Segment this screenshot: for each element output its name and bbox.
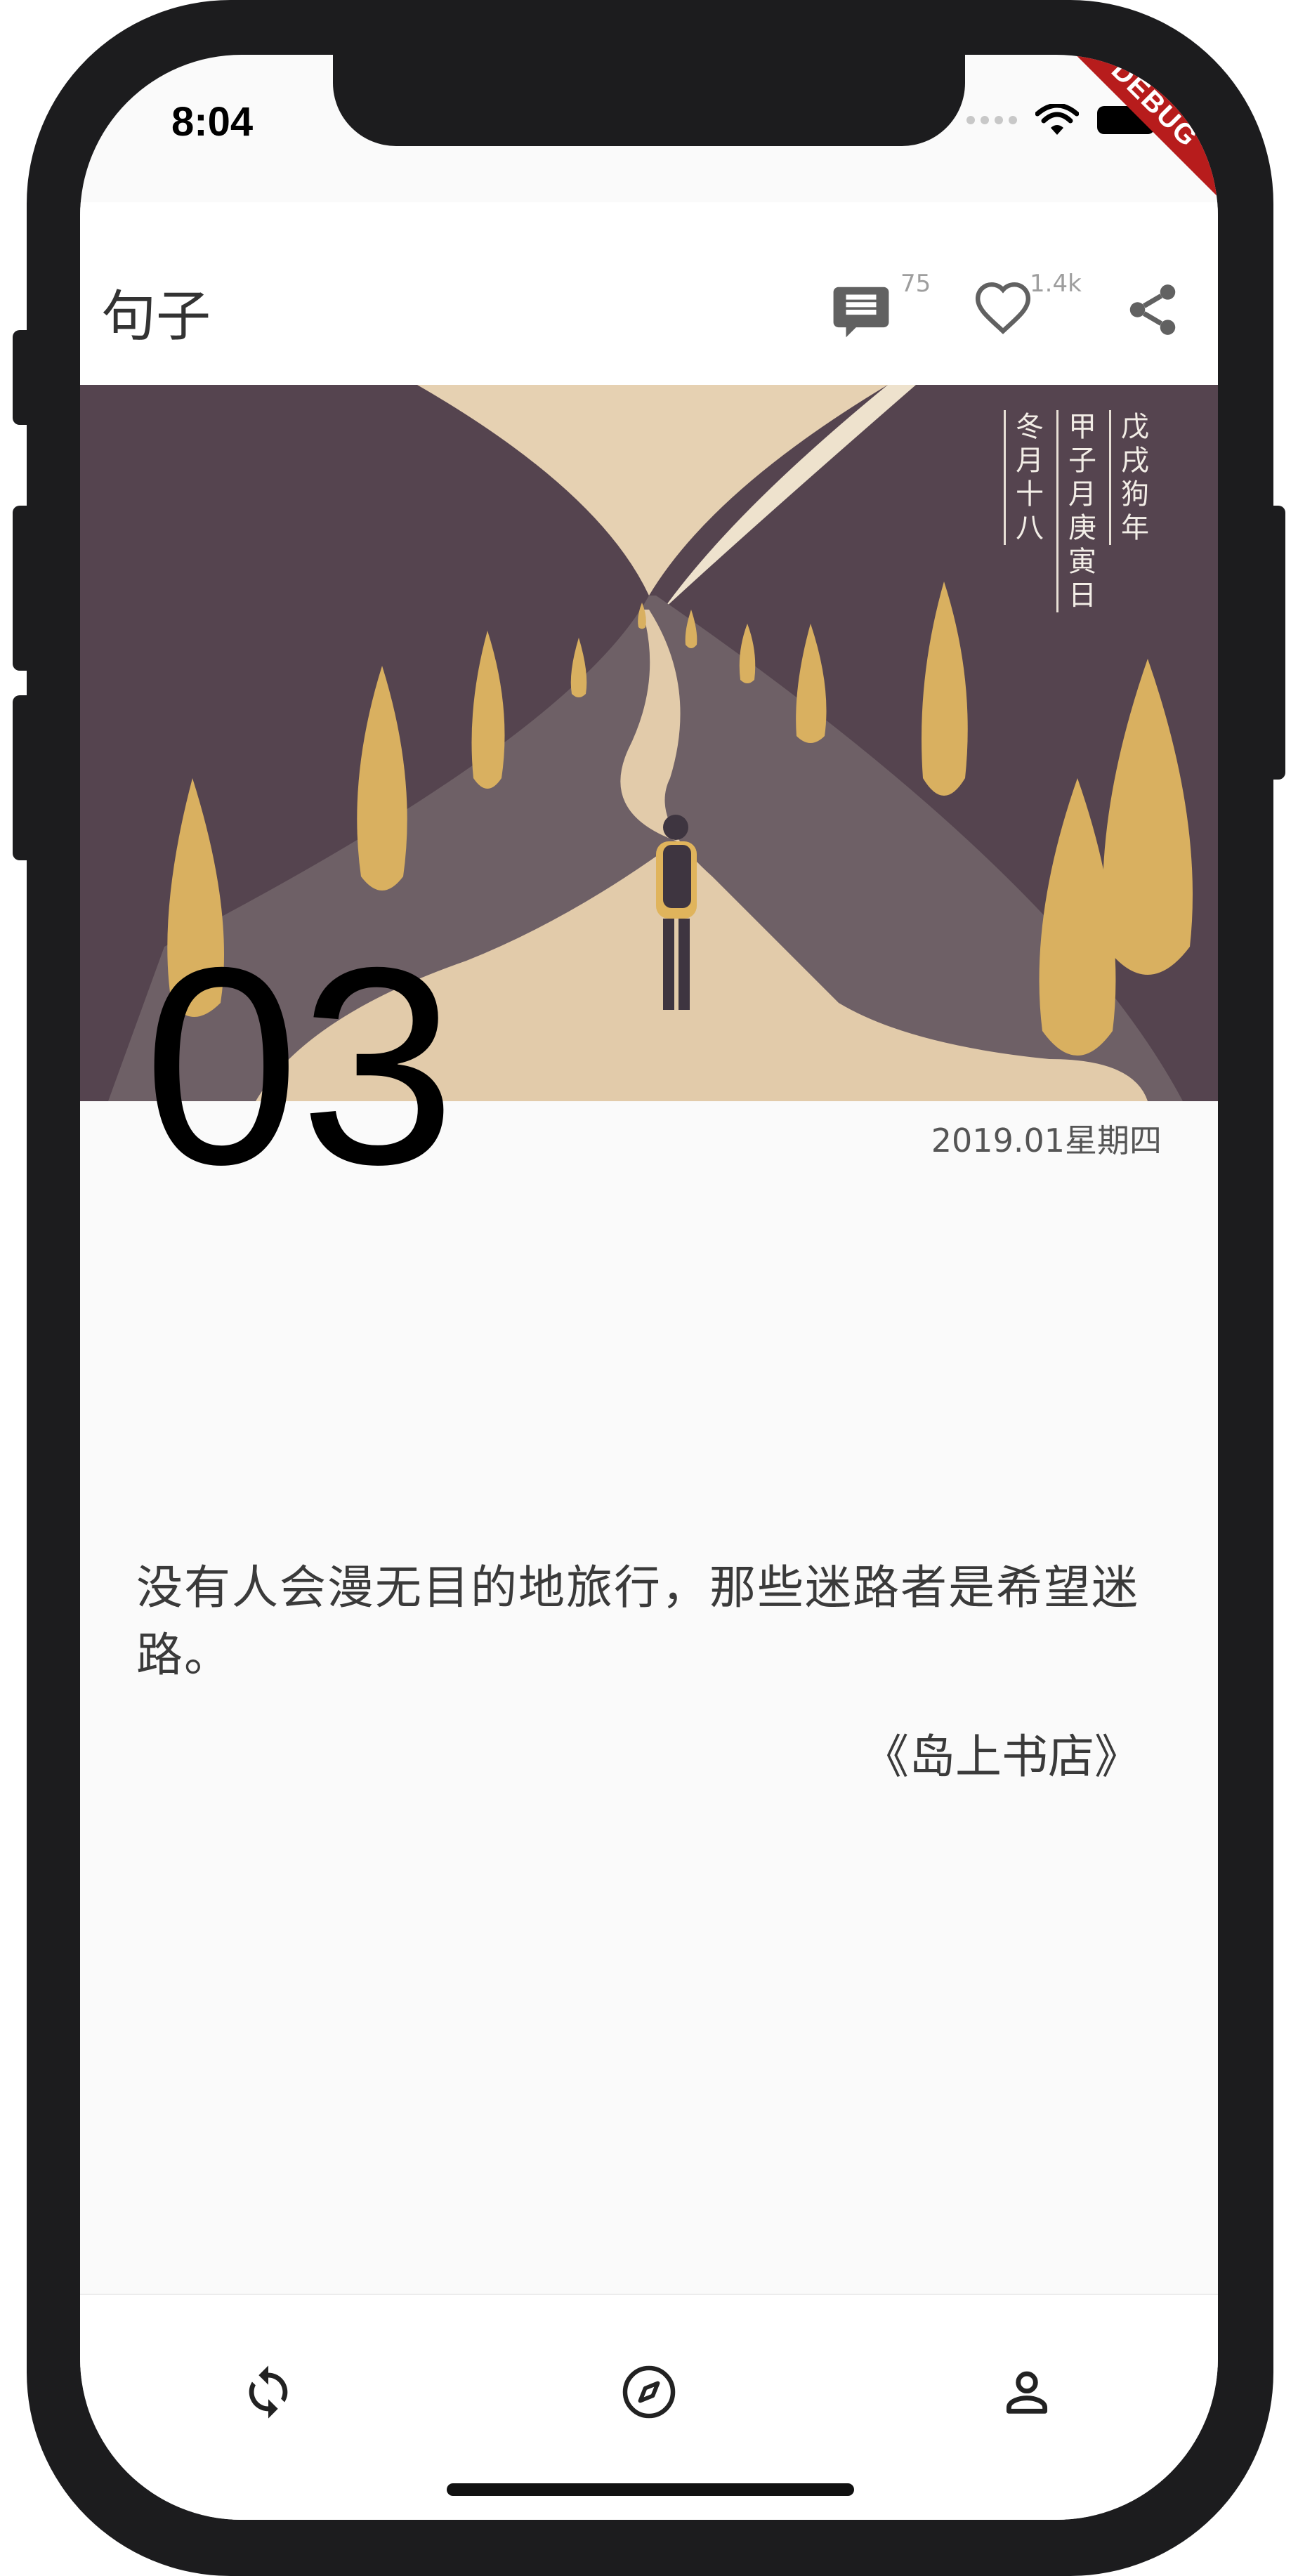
refresh-icon	[249, 2365, 288, 2419]
lunar-date: 冬月 十八	[1004, 410, 1044, 545]
quote-source: 《岛上书店》	[863, 1730, 1141, 1784]
comment-count: 75	[900, 270, 931, 298]
comment-button[interactable]: 75	[830, 270, 931, 340]
app-title: 句子	[101, 285, 211, 348]
power-button	[1264, 506, 1285, 780]
like-count: 1.4k	[1030, 270, 1082, 298]
day-number: 03	[143, 909, 456, 1223]
lunar-year: 戊戌 狗年	[1109, 410, 1149, 545]
notch	[333, 55, 965, 146]
comment-icon	[833, 287, 889, 338]
volume-down-button	[13, 695, 34, 860]
share-button[interactable]	[1122, 280, 1183, 340]
lunar-month-day: 甲子 月庚 寅日	[1056, 410, 1096, 612]
cellular-signal-icon	[966, 116, 1017, 124]
like-button[interactable]: 1.4k	[972, 270, 1082, 340]
share-icon	[1129, 284, 1176, 335]
app-bar: 句子 75 1.4k	[80, 202, 1218, 385]
heart-outline-icon	[975, 282, 1031, 334]
date-weekday: 2019.01星期四	[931, 1122, 1162, 1159]
home-indicator[interactable]	[447, 2483, 854, 2496]
person-icon	[1006, 2371, 1048, 2414]
app-screen: 8:04 DEBUG 句子 75 1.4k 戊 戌 狗 年 甲 子 月 庚 寅 …	[80, 55, 1218, 2520]
volume-up-button	[13, 506, 34, 671]
status-icons	[966, 104, 1162, 136]
nav-discover[interactable]	[615, 2358, 683, 2426]
wifi-icon	[1035, 104, 1079, 135]
compass-icon	[622, 2365, 676, 2419]
nav-refresh[interactable]	[235, 2358, 302, 2426]
status-time: 8:04	[171, 99, 254, 145]
quote-text: 没有人会漫无目的地旅行，那些迷路者是希望迷路。	[136, 1560, 1139, 1682]
nav-profile[interactable]	[993, 2358, 1061, 2426]
mute-switch	[13, 330, 34, 425]
